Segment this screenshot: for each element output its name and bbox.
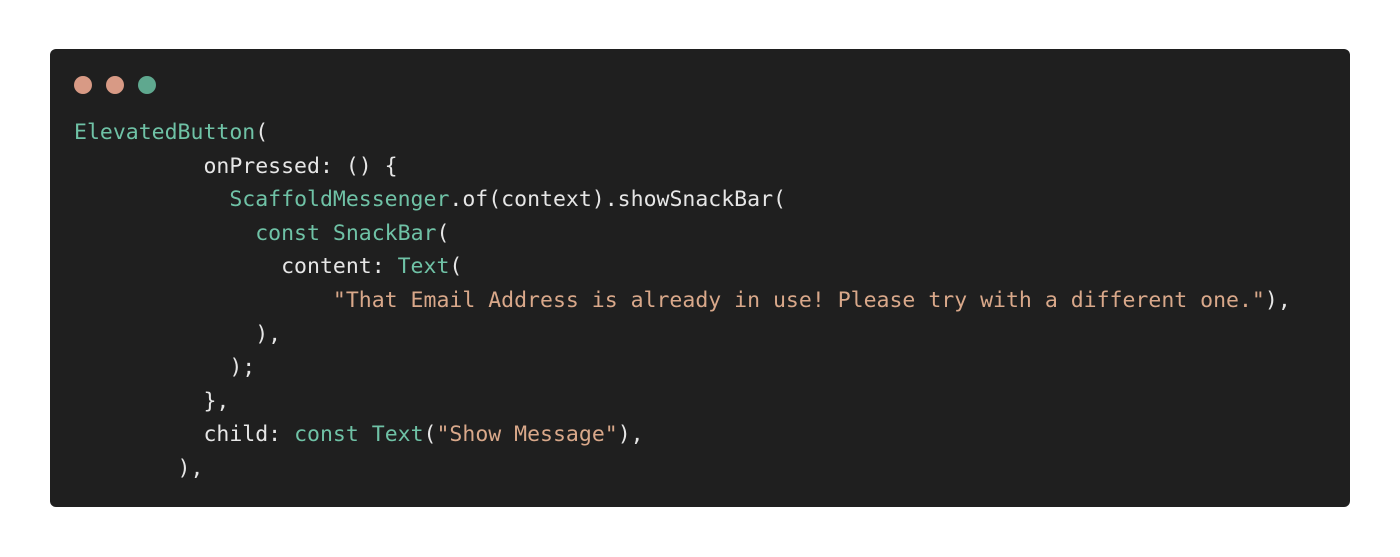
- code-line: },: [74, 385, 1291, 419]
- code-line: );: [74, 351, 1291, 385]
- code-type-token: Text: [371, 422, 424, 448]
- code-text-token: (: [449, 254, 463, 280]
- code-block: ElevatedButton( onPressed: () { Scaffold…: [74, 116, 1291, 486]
- code-type-token: ElevatedButton: [74, 120, 256, 145]
- code-text-token: (: [255, 120, 269, 145]
- code-text-token: ),: [74, 455, 204, 481]
- code-text-token: );: [74, 355, 256, 381]
- code-text-token: onPressed: () {: [74, 153, 398, 179]
- code-line: ),: [74, 318, 1291, 352]
- code-string-token: "That Email Address is already in use! P…: [332, 287, 1265, 313]
- code-text-token: .of(context).showSnackBar(: [449, 187, 786, 213]
- code-line: child: const Text("Show Message"),: [74, 418, 1291, 452]
- code-string-token: "Show Message": [436, 422, 618, 448]
- zoom-dot-icon[interactable]: [138, 76, 156, 94]
- code-text-token: ),: [617, 422, 644, 448]
- code-line: "That Email Address is already in use! P…: [74, 284, 1291, 318]
- code-line: onPressed: () {: [74, 150, 1291, 184]
- code-text-token: (: [436, 220, 450, 246]
- code-text-token: ),: [74, 321, 282, 347]
- code-text-token: ),: [1264, 287, 1291, 313]
- code-type-token: SnackBar: [332, 220, 437, 246]
- code-window: ElevatedButton( onPressed: () { Scaffold…: [50, 49, 1350, 507]
- close-dot-icon[interactable]: [74, 76, 92, 94]
- code-keyword-token: const: [294, 422, 359, 448]
- code-text-token: content:: [74, 254, 398, 280]
- code-line: ElevatedButton(: [74, 116, 1291, 150]
- code-line: const SnackBar(: [74, 217, 1291, 251]
- code-text-token: child:: [74, 422, 295, 448]
- code-keyword-token: const: [255, 220, 320, 246]
- code-type-token: ScaffoldMessenger: [229, 187, 450, 213]
- window-controls: [74, 76, 156, 94]
- code-text-token: },: [74, 388, 230, 414]
- code-line: content: Text(: [74, 250, 1291, 284]
- minimize-dot-icon[interactable]: [106, 76, 124, 94]
- code-text-token: (: [423, 422, 437, 448]
- code-line: ),: [74, 452, 1291, 486]
- code-type-token: Text: [397, 254, 450, 280]
- code-line: ScaffoldMessenger.of(context).showSnackB…: [74, 183, 1291, 217]
